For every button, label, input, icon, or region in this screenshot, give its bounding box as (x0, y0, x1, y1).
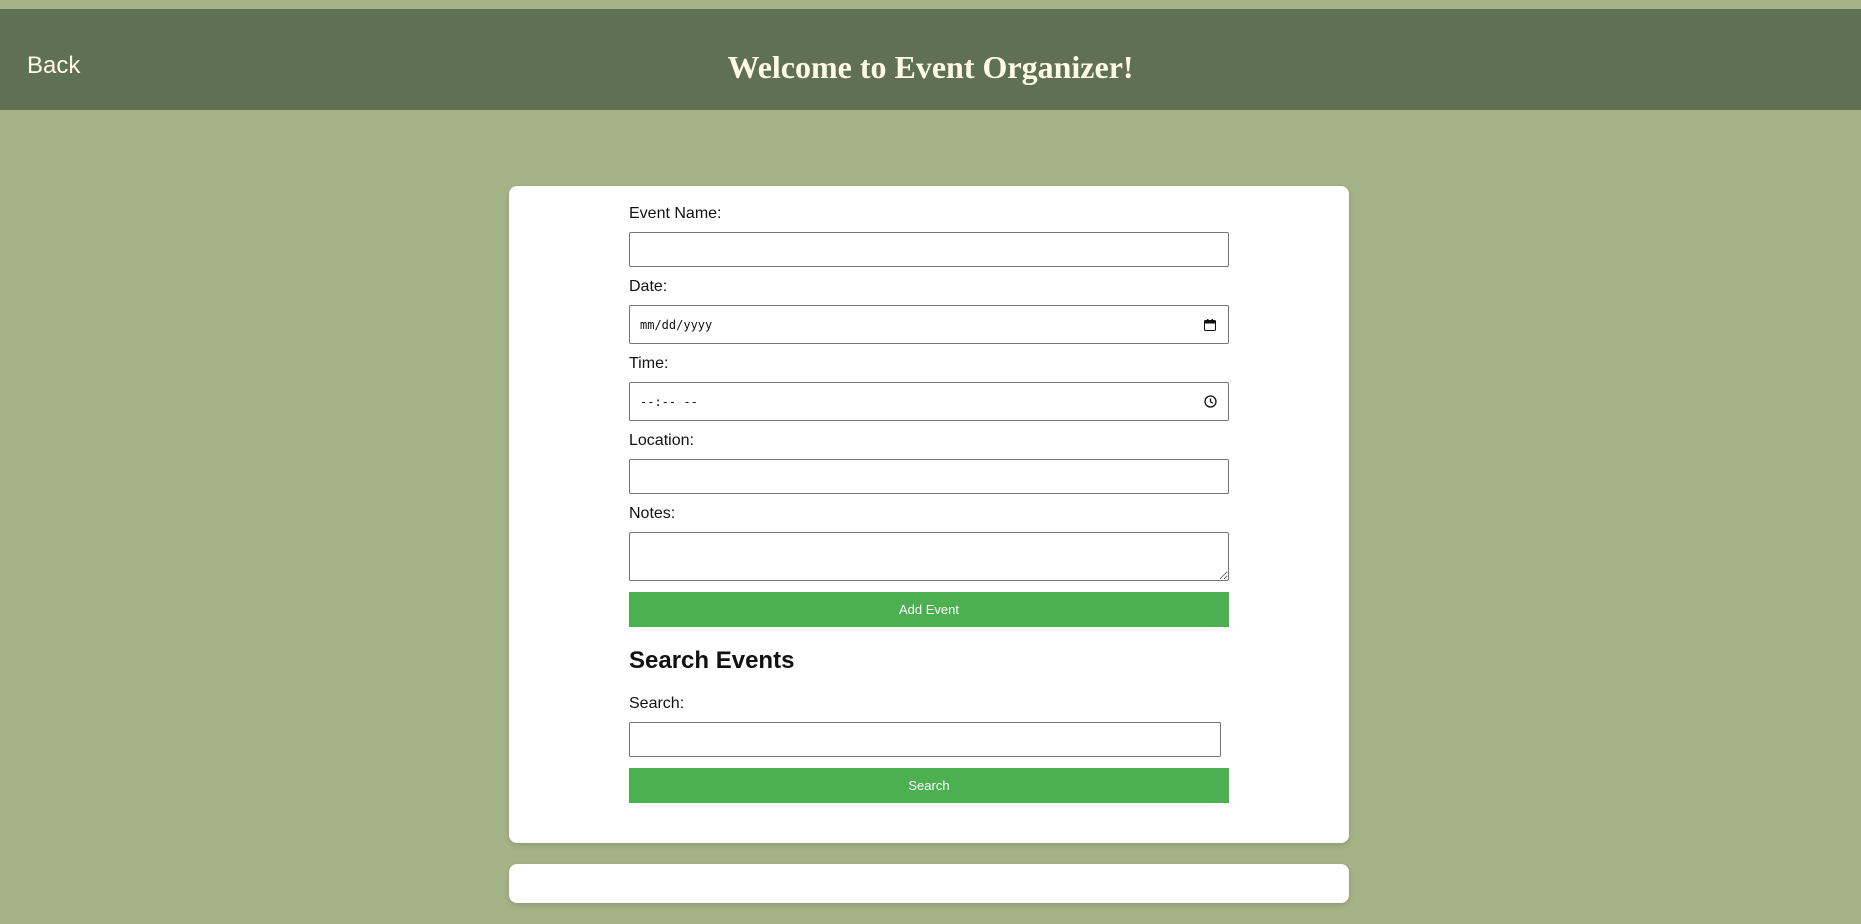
event-name-label: Event Name: (629, 205, 722, 222)
event-name-input[interactable] (629, 232, 1229, 267)
location-input[interactable] (629, 459, 1229, 494)
add-event-button[interactable]: Add Event (629, 592, 1229, 627)
search-button[interactable]: Search (629, 768, 1229, 803)
notes-label: Notes: (629, 505, 676, 522)
clock-icon[interactable] (1202, 394, 1218, 410)
event-form-card: Event Name: Date: mm/dd/yyyy Time: --:--… (509, 186, 1349, 843)
time-input[interactable]: --:-- -- (629, 382, 1229, 421)
search-input[interactable] (629, 722, 1221, 757)
time-label: Time: (629, 355, 669, 372)
notes-textarea[interactable] (629, 532, 1229, 581)
search-label: Search: (629, 695, 685, 712)
date-placeholder: mm/dd/yyyy (640, 317, 713, 332)
date-label: Date: (629, 278, 668, 295)
header-bar: Back Welcome to Event Organizer! (0, 9, 1861, 110)
time-placeholder: --:-- -- (640, 394, 698, 409)
date-input[interactable]: mm/dd/yyyy (629, 305, 1229, 344)
calendar-icon[interactable] (1202, 317, 1218, 333)
page-title: Welcome to Event Organizer! (727, 49, 1134, 85)
search-events-heading: Search Events (629, 647, 795, 674)
location-label: Location: (629, 432, 694, 449)
event-list-card (509, 864, 1349, 903)
page: Back Welcome to Event Organizer! Event N… (0, 0, 1861, 924)
